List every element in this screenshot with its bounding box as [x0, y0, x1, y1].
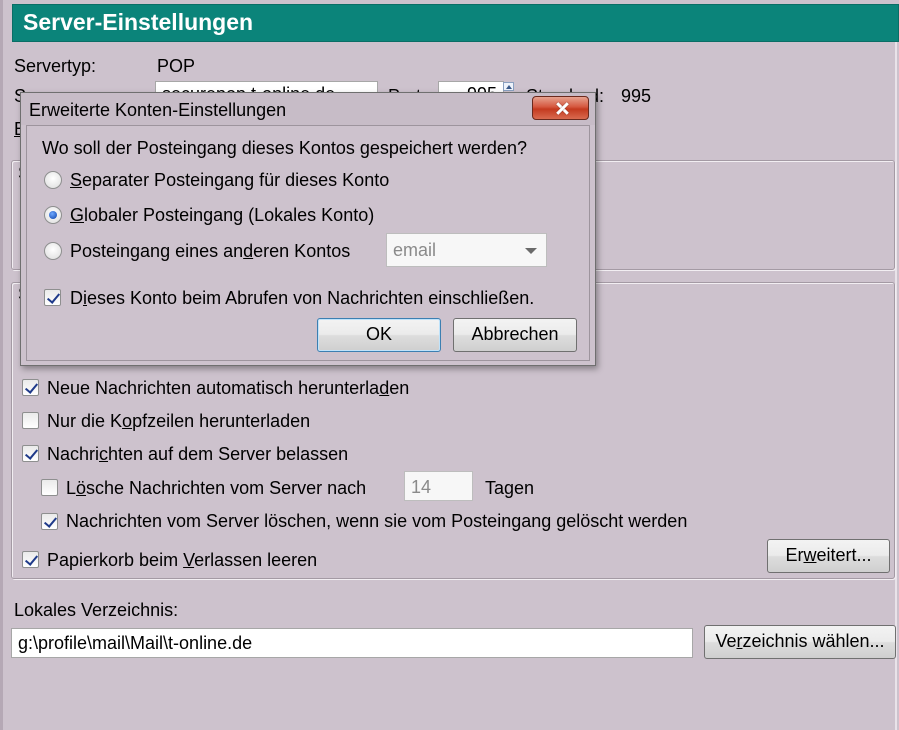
dialog-question: Wo soll der Posteingang dieses Kontos ge…: [42, 138, 527, 158]
server-type-value: POP: [157, 56, 196, 76]
left-edge: [0, 0, 3, 730]
ok-button[interactable]: OK: [317, 318, 441, 352]
chevron-down-icon[interactable]: [525, 248, 537, 254]
headers-only-label: Nur die Kopfzeilen herunterladen: [47, 411, 311, 431]
page-header: Server-Einstellungen: [12, 4, 899, 42]
include-account-checkbox[interactable]: [44, 289, 61, 306]
advanced-button[interactable]: Erweitert...: [767, 539, 890, 573]
close-icon[interactable]: [532, 96, 589, 120]
page-title: Server-Einstellungen: [23, 9, 254, 35]
auto-download-label: Neue Nachrichten automatisch herunterlad…: [47, 378, 410, 398]
delete-after-days-label: Lösche Nachrichten vom Server nach: [66, 478, 367, 498]
days-unit-label: Tagen: [485, 478, 535, 498]
include-account-label: Dieses Konto beim Abrufen von Nachrichte…: [70, 288, 535, 308]
radio-other-account-label: Posteingang eines anderen Kontos: [70, 241, 351, 261]
dialog-titlebar[interactable]: Erweiterte Konten-Einstellungen: [21, 93, 595, 125]
choose-directory-button[interactable]: Verzeichnis wählen...: [704, 625, 896, 659]
standard-port-value: 995: [621, 86, 652, 106]
radio-global-inbox-label: Globaler Posteingang (Lokales Konto): [70, 205, 375, 225]
radio-global-inbox[interactable]: [44, 206, 62, 224]
leave-on-server-checkbox[interactable]: [22, 445, 39, 462]
spin-up-icon[interactable]: [503, 82, 514, 91]
cancel-button[interactable]: Abbrechen: [453, 318, 577, 352]
auto-download-checkbox[interactable]: [22, 379, 39, 396]
server-type-label: Servertyp:: [14, 56, 97, 76]
headers-only-checkbox[interactable]: [22, 412, 39, 429]
delete-days-input[interactable]: 14: [404, 471, 473, 501]
dialog-title: Erweiterte Konten-Einstellungen: [29, 100, 287, 120]
leave-on-server-label: Nachrichten auf dem Server belassen: [47, 444, 349, 464]
empty-trash-label: Papierkorb beim Verlassen leeren: [47, 550, 318, 570]
account-select[interactable]: email: [386, 233, 547, 267]
dialog-body: Wo soll der Posteingang dieses Kontos ge…: [26, 125, 590, 361]
delete-after-days-checkbox[interactable]: [41, 479, 58, 496]
radio-separate-inbox-label: Separater Posteingang für dieses Konto: [70, 170, 390, 190]
radio-other-account-inbox[interactable]: [44, 242, 62, 260]
account-select-value: email: [393, 240, 437, 260]
delete-when-deleted-checkbox[interactable]: [41, 513, 58, 530]
local-directory-input[interactable]: g:\profile\mail\Mail\t-online.de: [11, 628, 693, 658]
advanced-account-settings-dialog: Erweiterte Konten-Einstellungen Wo soll …: [20, 92, 596, 366]
local-directory-label: Lokales Verzeichnis:: [14, 600, 179, 620]
radio-separate-inbox[interactable]: [44, 171, 62, 189]
delete-when-deleted-label: Nachrichten vom Server löschen, wenn sie…: [66, 511, 688, 531]
empty-trash-checkbox[interactable]: [22, 551, 39, 568]
